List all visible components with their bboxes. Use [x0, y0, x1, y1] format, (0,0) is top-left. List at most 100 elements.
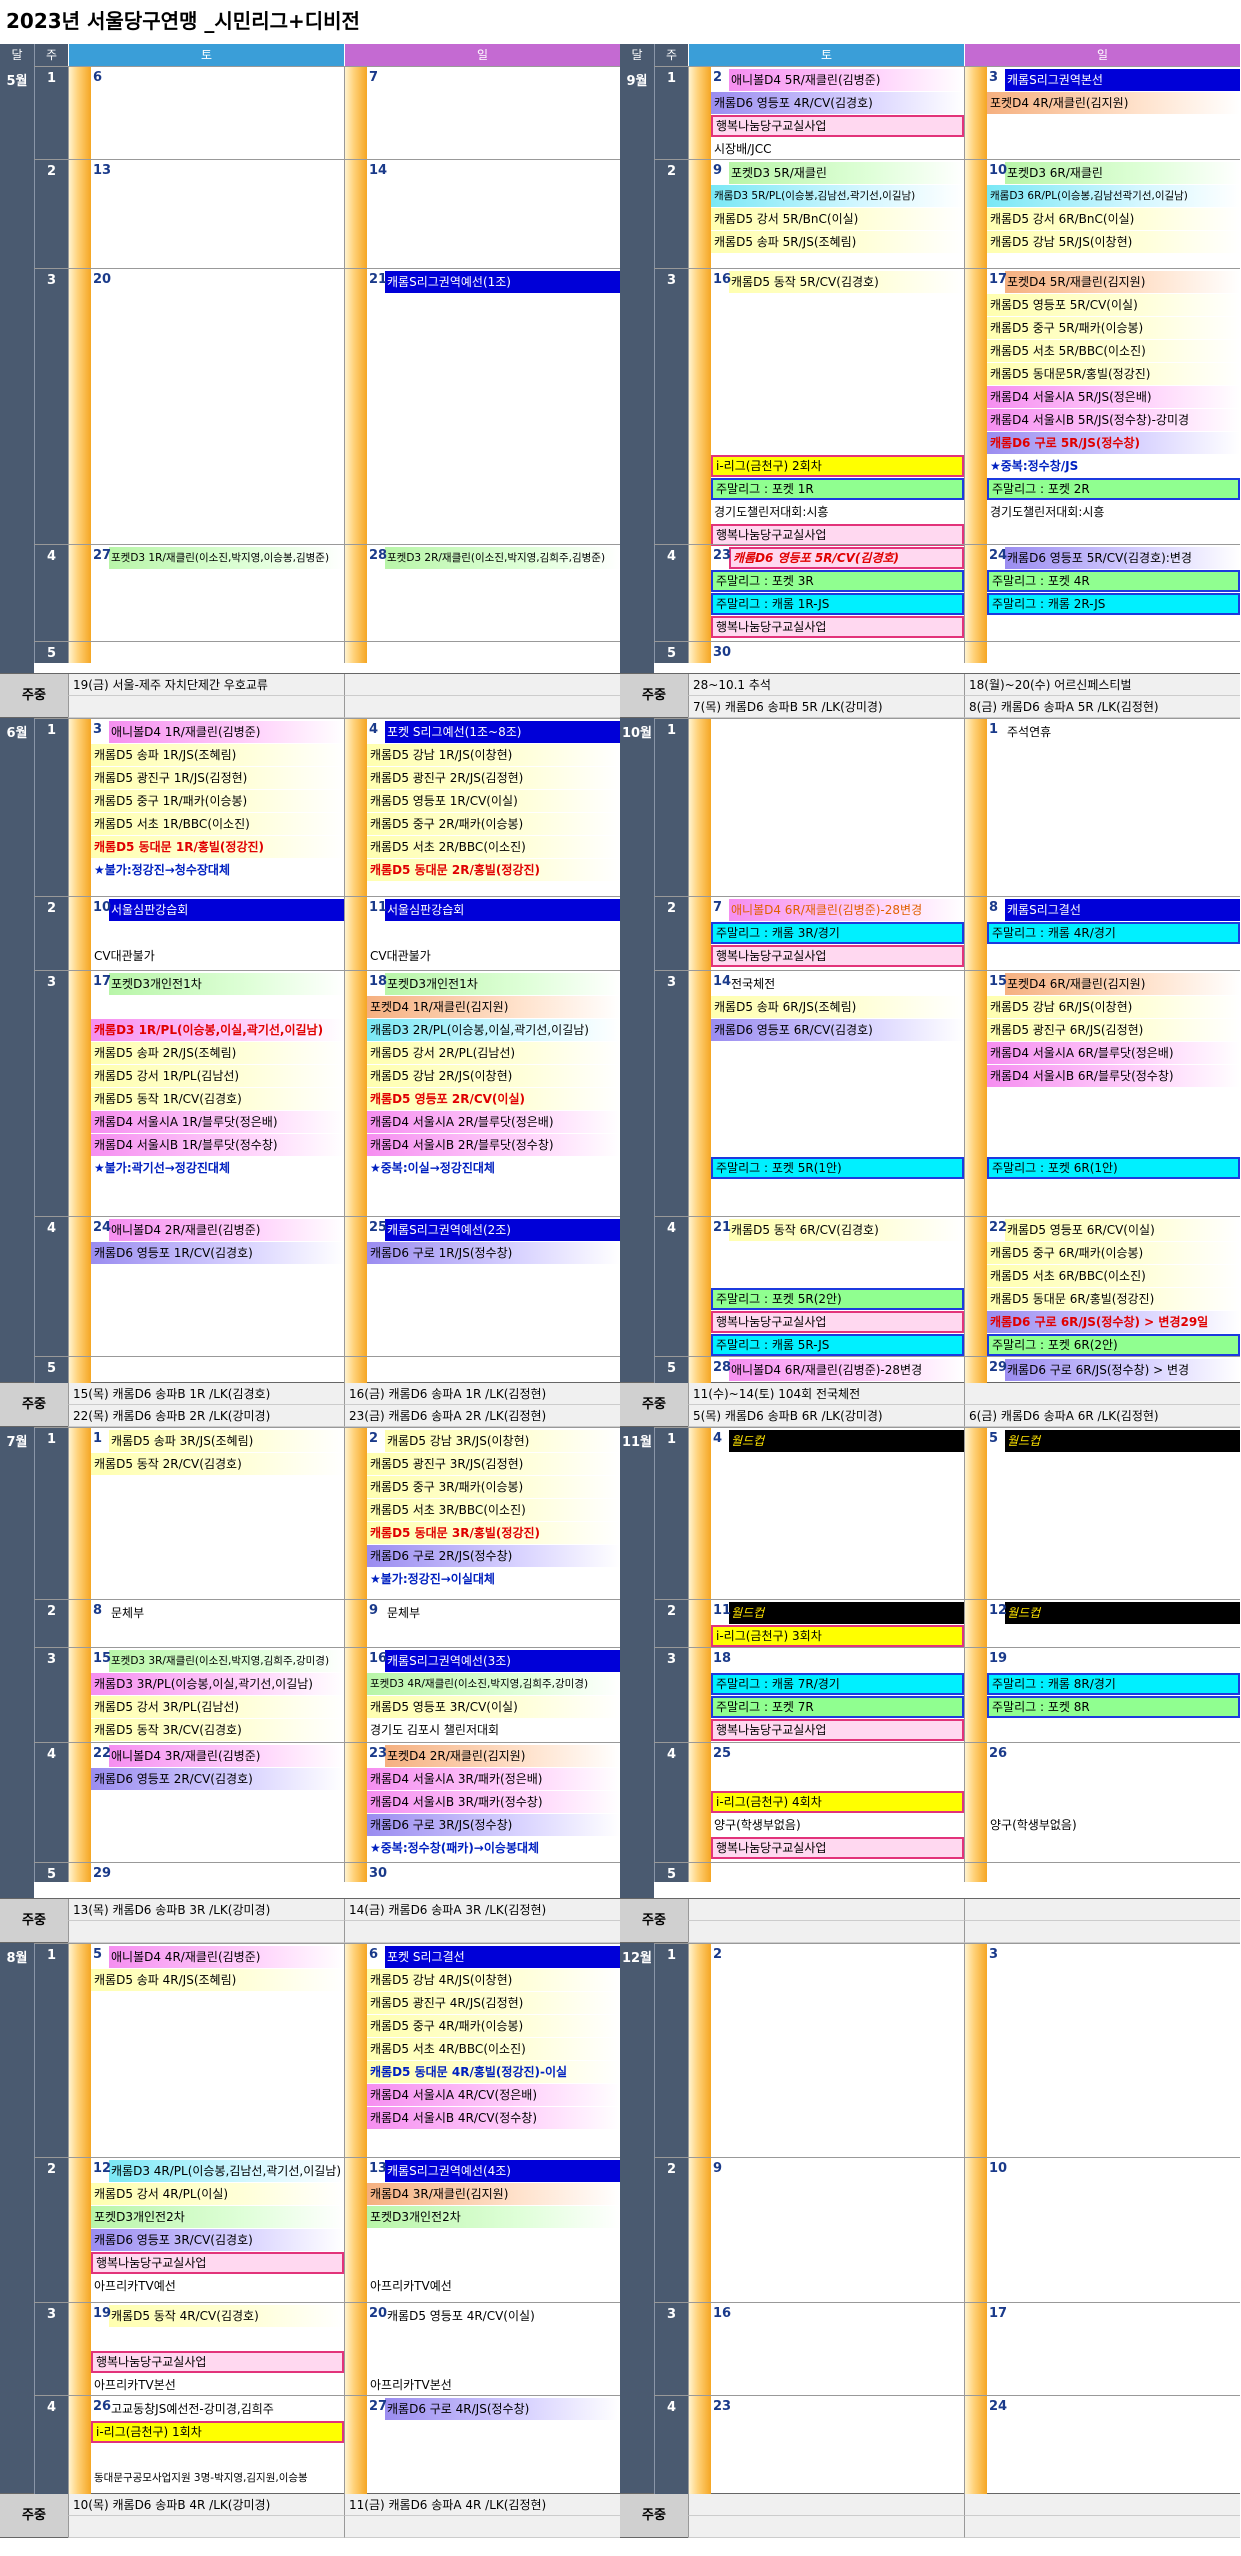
schedule-entry[interactable]: 월드컵 — [1005, 1430, 1240, 1452]
schedule-entry[interactable]: 캐롬D5 영등포 6R/CV(이실) — [1005, 1219, 1240, 1241]
schedule-entry[interactable]: 캐롬D5 광진구 3R/JS(김정현) — [367, 1453, 620, 1475]
schedule-entry[interactable]: 캐롬D5 서초 1R/BBC(이소진) — [91, 813, 344, 835]
sunday-cell[interactable]: 서울심판강습회 CV대관불가 11 — [344, 897, 620, 970]
schedule-entry[interactable]: 캐롬D5 동작 5R/CV(김경호) — [729, 271, 964, 293]
sunday-cell[interactable]: 포켓 S리그예선(1조~8조) 캐롬D5 강남 1R/JS(이창현) 캐롬D5 광진… — [344, 719, 620, 896]
schedule-entry[interactable]: 캐롬D5 강남 5R/JS(이창현) — [987, 231, 1240, 253]
schedule-entry[interactable]: 캐롬D5 송파 1R/JS(조혜림) — [91, 744, 344, 766]
schedule-entry[interactable]: 캐롬D6 영등포 3R/CV(김경호) — [91, 2229, 344, 2251]
schedule-entry[interactable] — [729, 1650, 964, 1672]
schedule-entry[interactable]: CV대관불가 — [367, 945, 620, 967]
schedule-entry[interactable]: 캐롬D5 동작 1R/CV(김경호) — [91, 1088, 344, 1110]
saturday-cell[interactable]: 전국체전 캐롬D5 송파 6R/JS(조혜림) 캐롬D6 영등포 6R/CV(김경호… — [688, 971, 964, 1216]
saturday-cell[interactable]: 캐롬D6 영등포 5R/CV(김경호) 주말리그 : 포켓 3R 주말리그 : 캐롬… — [688, 545, 964, 641]
sunday-cell[interactable] — [344, 642, 620, 663]
schedule-entry[interactable] — [711, 1088, 964, 1110]
schedule-entry[interactable]: 아프리카TV본선 — [367, 2374, 620, 2396]
schedule-entry[interactable] — [367, 922, 620, 944]
schedule-entry[interactable]: 동대문구공모사업지원 3명-박지영,김지원,이승봉 — [91, 2467, 344, 2489]
schedule-entry[interactable]: 캐롬D5 동작 2R/CV(김경호) — [91, 1453, 344, 1475]
schedule-entry[interactable] — [711, 1265, 964, 1287]
schedule-entry[interactable]: 캐롬D6 구로 4R/JS(정수창) — [385, 2398, 620, 2420]
sunday-cell[interactable]: 캐롬D5 영등포 6R/CV(이실) 캐롬D5 중구 6R/패카(이승봉) 캐롬D5… — [964, 1217, 1240, 1356]
schedule-entry[interactable]: 캐롬D5 광진구 2R/JS(김정현) — [367, 767, 620, 789]
schedule-entry[interactable]: 아프리카TV예선 — [367, 2275, 620, 2297]
schedule-entry[interactable]: i-리그(금천구) 3회차 — [711, 1625, 964, 1647]
saturday-cell[interactable]: 30 — [688, 642, 964, 663]
schedule-entry[interactable] — [711, 1242, 964, 1264]
schedule-entry[interactable]: 양구(학생부없음) — [987, 1814, 1240, 1836]
schedule-entry[interactable]: 캐롬D6 구로 2R/JS(정수창) — [367, 1545, 620, 1567]
schedule-entry[interactable]: 캐롬S리그권역예선(4조) — [385, 2160, 620, 2182]
saturday-cell[interactable]: i-리그(금천구) 4회차 양구(학생부없음) 행복나눔당구교실사업 25 — [688, 1743, 964, 1862]
schedule-entry[interactable]: 캐롬D6 구로 3R/JS(정수창) — [367, 1814, 620, 1836]
schedule-entry[interactable]: 애니볼D4 6R/재클린(김병준)-28변경 — [729, 1359, 964, 1381]
saturday-cell[interactable]: 애니볼D4 4R/재클린(김병준) 캐롬D5 송파 4R/JS(조혜림) 5 — [68, 1944, 344, 2157]
schedule-entry[interactable]: 캐롬D5 강남 2R/JS(이창현) — [367, 1065, 620, 1087]
sunday-cell[interactable]: 주석연휴 1 — [964, 719, 1240, 896]
sunday-cell[interactable]: 30 — [344, 1863, 620, 1882]
schedule-entry[interactable]: 주말리그 : 포켓 1R — [711, 478, 964, 500]
schedule-entry[interactable]: 행복나눔당구교실사업 — [711, 524, 964, 546]
schedule-entry[interactable]: 캐롬D5 송파 4R/JS(조혜림) — [91, 1969, 344, 1991]
saturday-cell[interactable]: 주말리그 : 캐롬 7R/경기 주말리그 : 포켓 7R 행복나눔당구교실사업 18 — [688, 1648, 964, 1742]
schedule-entry[interactable]: 포켓D3 4R/재클린(이소진,박지영,김희주,강미경) — [367, 1673, 620, 1695]
schedule-entry[interactable] — [711, 1453, 964, 1475]
sunday-cell[interactable] — [964, 1863, 1240, 1882]
schedule-entry[interactable]: 월드컵 — [729, 1602, 964, 1624]
schedule-entry[interactable]: 캐롬D4 서울시A 2R/블루닷(정은배) — [367, 1111, 620, 1133]
sunday-cell[interactable]: 포켓D4 2R/재클린(김지원) 캐롬D4 서울시A 3R/패카(정은배) 캐롬D4… — [344, 1743, 620, 1862]
saturday-cell[interactable]: 애니볼D4 6R/재클린(김병준)-28변경 주말리그 : 캐롬 3R/경기 행복나… — [688, 897, 964, 970]
schedule-entry[interactable]: 캐롬D5 강서 6R/BnC(이실) — [987, 208, 1240, 230]
schedule-entry[interactable] — [711, 317, 964, 339]
schedule-entry[interactable] — [711, 432, 964, 454]
schedule-entry[interactable] — [367, 2328, 620, 2350]
schedule-entry[interactable]: 주말리그 : 캐롬 4R/경기 — [987, 922, 1240, 944]
sunday-cell[interactable]: 포켓D3 6R/재클린 캐롬D3 6R/PL(이승봉,김남선곽기선,이길남) 캐롬D… — [964, 160, 1240, 268]
schedule-entry[interactable]: 캐롬D5 서초 6R/BBC(이소진) — [987, 1265, 1240, 1287]
sunday-cell[interactable]: 14 — [344, 160, 620, 268]
schedule-entry[interactable]: 캐롬D5 광진구 6R/JS(김정현) — [987, 1019, 1240, 1041]
schedule-entry[interactable] — [711, 2130, 964, 2152]
schedule-entry[interactable]: 캐롬D4 서울시B 1R/블루닷(정수창) — [91, 1134, 344, 1156]
schedule-entry[interactable]: 포켓D4 1R/재클린(김지원) — [367, 996, 620, 1018]
schedule-entry[interactable]: 포켓D3 1R/재클린(이소진,박지영,이승봉,김병준) — [109, 547, 344, 569]
schedule-entry[interactable]: 캐롬D6 영등포 5R/CV(김경호):변경 — [1005, 547, 1240, 569]
schedule-entry[interactable]: 고교동창JS예선전-강미경,김희주 — [109, 2398, 344, 2420]
saturday-cell[interactable]: 20 — [68, 269, 344, 544]
schedule-entry[interactable]: 캐롬D5 영등포 3R/CV(이실) — [367, 1696, 620, 1718]
schedule-entry[interactable]: 행복나눔당구교실사업 — [91, 2351, 344, 2373]
sunday-cell[interactable]: 17 — [964, 2303, 1240, 2395]
sunday-cell[interactable] — [964, 642, 1240, 663]
sunday-cell[interactable]: 캐롬D6 영등포 5R/CV(김경호):변경 주말리그 : 포켓 4R 주말리그 :… — [964, 545, 1240, 641]
schedule-entry[interactable]: 캐롬D5 동작 6R/CV(김경호) — [729, 1219, 964, 1241]
schedule-entry[interactable]: 캐롬D5 강서 1R/PL(김남선) — [91, 1065, 344, 1087]
schedule-entry[interactable]: ★불가:곽기선→정강진대체 — [91, 1157, 344, 1179]
schedule-entry[interactable]: 행복나눔당구교실사업 — [711, 945, 964, 967]
schedule-entry[interactable] — [711, 1042, 964, 1064]
schedule-entry[interactable] — [1005, 1745, 1240, 1767]
saturday-cell[interactable] — [688, 1863, 964, 1882]
schedule-entry[interactable] — [711, 2107, 964, 2129]
saturday-cell[interactable]: 애니볼D4 1R/재클린(김병준) 캐롬D5 송파 1R/JS(조혜림) 캐롬D5 … — [68, 719, 344, 896]
sunday-cell[interactable]: 캐롬S리그권역예선(4조) 캐롬D4 3R/재클린(김지원) 포켓D3개인전2차 아프… — [344, 2158, 620, 2302]
schedule-entry[interactable]: 주말리그 : 포켓 7R — [711, 1696, 964, 1718]
saturday-cell[interactable]: 9 — [688, 2158, 964, 2302]
sunday-cell[interactable]: 포켓D4 5R/재클린(김지원) 캐롬D5 영등포 5R/CV(이실) 캐롬D5 중… — [964, 269, 1240, 544]
schedule-entry[interactable]: 포켓 S리그결선 — [385, 1946, 620, 1968]
schedule-entry[interactable] — [711, 1768, 964, 1790]
schedule-entry[interactable] — [711, 409, 964, 431]
sunday-cell[interactable]: 포켓D3 2R/재클린(이소진,박지영,김희주,김병준) 28 — [344, 545, 620, 641]
schedule-entry[interactable]: 애니볼D4 6R/재클린(김병준)-28변경 — [729, 899, 964, 921]
schedule-entry[interactable] — [711, 386, 964, 408]
schedule-entry[interactable] — [711, 363, 964, 385]
schedule-entry[interactable]: 캐롬S리그권역예선(1조) — [385, 271, 620, 293]
saturday-cell[interactable]: 캐롬D5 송파 3R/JS(조혜림) 캐롬D5 동작 2R/CV(김경호) 1 — [68, 1428, 344, 1599]
saturday-cell[interactable]: 애니볼D4 3R/재클린(김병준) 캐롬D6 영등포 2R/CV(김경호) 22 — [68, 1743, 344, 1862]
schedule-entry[interactable] — [367, 2351, 620, 2373]
sunday-cell[interactable]: 캐롬S리그권역본선 포켓D4 4R/재클린(김지원) 3 — [964, 67, 1240, 159]
sunday-cell[interactable]: 캐롬S리그권역예선(2조) 캐롬D6 구로 1R/JS(정수창) 25 — [344, 1217, 620, 1356]
schedule-entry[interactable]: 캐롬D5 강남 3R/JS(이창현) — [385, 1430, 620, 1452]
schedule-entry[interactable] — [987, 1088, 1240, 1110]
schedule-entry[interactable]: 캐롬D5 서초 2R/BBC(이소진) — [367, 836, 620, 858]
